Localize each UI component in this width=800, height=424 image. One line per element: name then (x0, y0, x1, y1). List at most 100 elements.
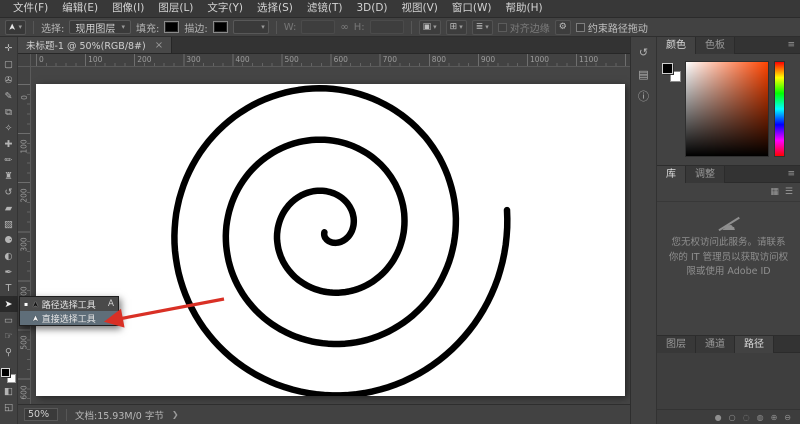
new-path-icon[interactable]: ⊕ (771, 413, 778, 422)
document-size-info: 文档:15.93M/0 字节 (75, 408, 164, 422)
screen-mode-button[interactable]: ◱ (0, 399, 18, 415)
hue-slider[interactable] (774, 61, 785, 157)
stroke-swatch[interactable] (213, 21, 228, 33)
chevron-down-icon: ▾ (485, 23, 489, 31)
mask-from-path-icon[interactable]: ◍ (757, 413, 764, 422)
menu-item[interactable]: 选择(S) (250, 0, 300, 17)
tools-list: ✛ ▢✇✎⧉✧✚ ✏ ♜↺▰▧⚈◐✒T➤▭☞⚲ (0, 40, 18, 360)
clone-stamp-tool[interactable]: ♜ (0, 168, 18, 184)
height-field[interactable] (370, 20, 404, 34)
brush-tool[interactable]: ✏ (0, 152, 18, 168)
zoom-level-field[interactable]: 50% (24, 408, 58, 421)
hand-tool[interactable]: ☞ (0, 328, 18, 344)
delete-path-icon[interactable]: ⊖ (784, 413, 791, 422)
menu-item[interactable]: 窗口(W) (445, 0, 499, 17)
close-icon[interactable]: × (155, 40, 163, 51)
menu-item[interactable]: 文件(F) (6, 0, 55, 17)
tools-sidebar: ✛ ▢✇✎⧉✧✚ ✏ ♜↺▰▧⚈◐✒T➤▭☞⚲ ◧◱ (0, 37, 18, 424)
grid-view-icon[interactable]: ▦ (770, 187, 779, 197)
menu-item[interactable]: 3D(D) (349, 0, 394, 17)
rectangle-tool[interactable]: ▭ (0, 312, 18, 328)
select-mode-dropdown[interactable]: 现用图层 ▾ (69, 20, 131, 34)
path-selection-tool-item[interactable]: ▪ ➤ 路径选择工具 A (20, 297, 118, 311)
eyedropper-tool[interactable]: ✧ (0, 120, 18, 136)
path-options-gear-button[interactable]: ⚙ (555, 20, 571, 35)
tool-preset-button[interactable]: ➤ ▾ (5, 20, 26, 35)
menu-item[interactable]: 文字(Y) (200, 0, 250, 17)
healing-brush-tool[interactable]: ✚ (0, 136, 18, 152)
foreground-color-swatch[interactable] (662, 63, 673, 74)
chevron-down-icon: ▾ (19, 23, 23, 31)
path-selection-tool[interactable]: ➤ (0, 296, 18, 312)
tab-swatches[interactable]: 色板 (696, 37, 735, 54)
path-alignment-button[interactable]: ⊞ ▾ (446, 20, 467, 35)
path-operations-button[interactable]: ▣ ▾ (419, 20, 441, 35)
list-view-icon[interactable]: ☰ (785, 187, 793, 197)
crop-tool[interactable]: ⧉ (0, 104, 18, 120)
menu-item[interactable]: 滤镜(T) (300, 0, 350, 17)
document-tab[interactable]: 未标题-1 @ 50%(RGB/8#) × (18, 37, 172, 53)
history-brush-tool[interactable]: ↺ (0, 184, 18, 200)
width-field[interactable] (301, 20, 335, 34)
quick-mask-button[interactable]: ◧ (0, 383, 18, 399)
move-tool-icon: ✛ (5, 43, 13, 54)
direct-selection-tool-item[interactable]: ▪ ➤ 直接选择工具 (20, 311, 118, 325)
tab-adjustments[interactable]: 调整 (686, 166, 725, 183)
eraser-tool[interactable]: ▰ (0, 200, 18, 216)
gradient-tool[interactable]: ▧ (0, 216, 18, 232)
fill-swatch[interactable] (164, 21, 179, 33)
menu-item[interactable]: 帮助(H) (499, 0, 550, 17)
path-alignment-icon: ⊞ (450, 22, 458, 32)
tab-layers[interactable]: 图层 (657, 336, 696, 353)
horizontal-ruler[interactable]: 010020030040050060070080090010001100 (31, 54, 630, 67)
cloud-offline-icon: ☁ (718, 216, 740, 232)
saturation-square[interactable] (685, 61, 769, 157)
brush-tool-icon: ✏ (5, 155, 13, 166)
ruler-origin[interactable] (18, 54, 31, 67)
document-area: 未标题-1 @ 50%(RGB/8#) × 010020030040050060… (18, 37, 630, 424)
menu-item[interactable]: 编辑(E) (55, 0, 105, 17)
path-arrangement-icon: ≣ (476, 22, 484, 32)
fill-path-icon[interactable]: ● (715, 413, 722, 422)
canvas[interactable] (36, 84, 625, 396)
status-expand-icon[interactable]: ❯ (172, 410, 179, 419)
history-panel-icon[interactable]: ↺ (634, 43, 654, 61)
foreground-color-swatch[interactable] (1, 368, 10, 377)
zoom-tool[interactable]: ⚲ (0, 344, 18, 360)
libraries-message-text: 您无权访问此服务。请联系你的 IT 管理员以获取访问权限或使用 Adobe ID (667, 236, 790, 280)
panel-menu-icon[interactable]: ≡ (787, 166, 795, 183)
path-arrangement-button[interactable]: ≣ ▾ (472, 20, 493, 35)
properties-panel-icon[interactable]: ▤ (634, 65, 654, 83)
move-tool[interactable]: ✛ (0, 40, 18, 56)
ruler-tick-label: 800 (429, 54, 478, 65)
canvas-viewport[interactable] (31, 67, 630, 404)
menu-item[interactable]: 视图(V) (395, 0, 445, 17)
quick-selection-tool[interactable]: ✎ (0, 88, 18, 104)
panel-fg-bg-swatches[interactable] (662, 63, 681, 82)
constrain-path-drag-checkbox[interactable]: 约束路径拖动 (576, 20, 648, 35)
path-selection-tool-item-icon: ➤ (31, 301, 40, 308)
load-selection-icon[interactable]: ◌ (743, 413, 750, 422)
blur-tool[interactable]: ⚈ (0, 232, 18, 248)
dodge-tool[interactable]: ◐ (0, 248, 18, 264)
tab-color[interactable]: 颜色 (657, 37, 696, 54)
align-edges-checkbox[interactable]: 对齐边缘 (498, 20, 550, 35)
marquee-tool[interactable]: ▢ (0, 56, 18, 72)
panel-menu-icon[interactable]: ≡ (787, 37, 795, 54)
stroke-width-field[interactable]: ▾ (233, 20, 269, 34)
tab-libraries[interactable]: 库 (657, 166, 686, 183)
tab-paths[interactable]: 路径 (735, 336, 774, 353)
menu-item[interactable]: 图像(I) (105, 0, 151, 17)
link-dimensions-icon[interactable]: ∞ (340, 22, 348, 33)
vertical-ruler[interactable]: 0100200300400500600 (18, 67, 31, 404)
lasso-tool[interactable]: ✇ (0, 72, 18, 88)
info-panel-icon[interactable]: ⓘ (634, 87, 654, 105)
pen-tool[interactable]: ✒ (0, 264, 18, 280)
menu-item[interactable]: 图层(L) (151, 0, 200, 17)
checkbox-icon (498, 23, 507, 32)
paths-list-empty[interactable] (657, 353, 800, 409)
type-tool[interactable]: T (0, 280, 18, 296)
stroke-path-icon[interactable]: ○ (729, 413, 736, 422)
foreground-background-swatches[interactable] (1, 368, 16, 383)
tab-channels[interactable]: 通道 (696, 336, 735, 353)
